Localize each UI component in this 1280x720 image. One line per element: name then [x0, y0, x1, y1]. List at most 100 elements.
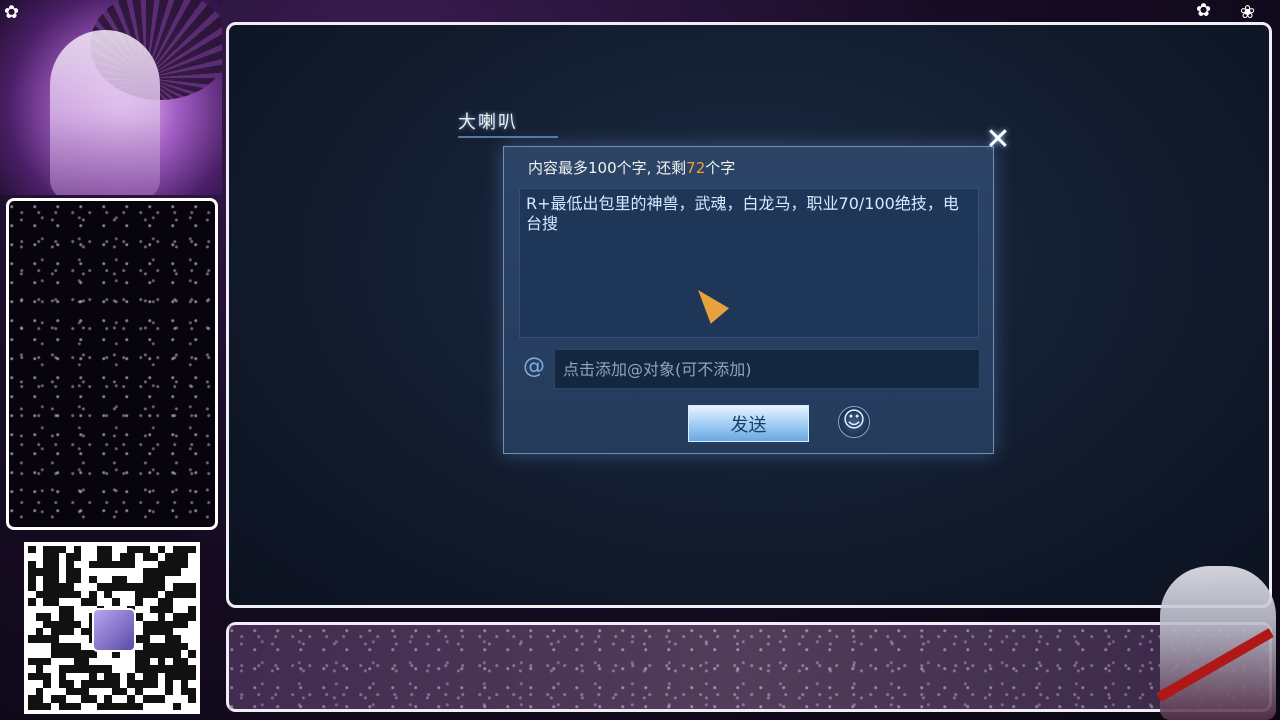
qr-module	[150, 546, 158, 554]
qr-module	[43, 575, 51, 584]
qr-module	[150, 598, 158, 606]
qr-module	[142, 575, 151, 584]
qr-module	[66, 546, 74, 554]
qr-module	[66, 650, 74, 658]
qr-module	[188, 590, 196, 599]
qr-module	[104, 695, 112, 703]
qr-module	[142, 598, 151, 606]
qr-module	[127, 590, 135, 599]
qr-module	[150, 680, 158, 688]
qr-module	[66, 598, 74, 606]
qr-module	[134, 665, 143, 673]
qr-module	[165, 687, 174, 696]
qr-module	[28, 680, 36, 688]
qr-module	[165, 568, 174, 576]
qr-module	[142, 628, 151, 636]
qr-module	[157, 635, 166, 643]
qr-module	[142, 672, 151, 681]
qr-module	[134, 568, 143, 576]
qr-module	[134, 560, 143, 569]
qr-module	[150, 628, 158, 636]
flower-decoration-icon: ✿	[1196, 0, 1212, 21]
qr-module	[165, 650, 174, 658]
qr-module	[142, 635, 151, 643]
qr-module	[73, 553, 82, 561]
qr-module	[150, 605, 158, 614]
qr-module	[28, 702, 36, 710]
message-textarea[interactable]: R+最低出包里的神兽，武魂，白龙马，职业70/100绝技，电台搜	[519, 188, 979, 338]
qr-module	[43, 635, 51, 643]
qr-module	[142, 553, 151, 561]
qr-module	[157, 553, 166, 561]
qr-module	[180, 680, 189, 688]
qr-module	[50, 650, 59, 658]
qr-module	[111, 702, 120, 710]
qr-module	[58, 680, 67, 688]
qr-module	[134, 635, 143, 643]
qr-module	[50, 687, 59, 696]
qr-module	[150, 553, 158, 561]
close-icon[interactable]: ✕	[984, 125, 1012, 155]
qr-module	[150, 635, 158, 643]
qr-module	[35, 695, 44, 703]
send-button[interactable]: 发送	[688, 405, 809, 442]
flower-decoration-icon: ✿	[4, 2, 20, 23]
qr-module	[96, 680, 105, 688]
qr-module	[180, 687, 189, 696]
qr-module	[81, 657, 90, 666]
qr-module	[89, 583, 97, 591]
qr-module	[89, 590, 97, 599]
qr-module	[104, 560, 112, 569]
qr-module	[96, 665, 105, 673]
qr-module	[180, 598, 189, 606]
qr-module	[119, 553, 128, 561]
qr-module	[96, 546, 105, 554]
qr-module	[157, 687, 166, 696]
qr-module	[119, 687, 128, 696]
qr-module	[173, 665, 181, 673]
qr-module	[35, 680, 44, 688]
qr-module	[150, 665, 158, 673]
mention-input[interactable]	[554, 349, 980, 389]
qr-module	[28, 568, 36, 576]
qr-module	[157, 598, 166, 606]
qr-module	[73, 642, 82, 651]
streamer-avatar-artwork	[0, 0, 222, 195]
qr-module	[50, 642, 59, 651]
banner-glow	[229, 625, 1269, 709]
qr-module	[134, 590, 143, 599]
qr-module	[50, 605, 59, 614]
qr-module	[188, 568, 196, 576]
qr-module	[35, 553, 44, 561]
qr-module	[66, 695, 74, 703]
qr-module	[188, 665, 196, 673]
qr-module	[142, 560, 151, 569]
bottom-banner	[226, 622, 1272, 712]
qr-module	[165, 546, 174, 554]
qr-module	[104, 553, 112, 561]
qr-module	[127, 575, 135, 584]
qr-module	[89, 695, 97, 703]
qr-module	[157, 560, 166, 569]
qr-module	[165, 702, 174, 710]
smiley-icon[interactable]: ☺	[838, 406, 870, 438]
qr-module	[81, 702, 90, 710]
qr-module	[111, 657, 120, 666]
qr-module	[81, 553, 90, 561]
qr-module	[50, 575, 59, 584]
qr-module	[28, 650, 36, 658]
qr-module	[66, 553, 74, 561]
qr-module	[50, 702, 59, 710]
qr-module	[134, 695, 143, 703]
qr-module	[73, 546, 82, 554]
qr-module	[35, 672, 44, 681]
qr-module	[165, 657, 174, 666]
qr-module	[111, 575, 120, 584]
qr-module	[119, 560, 128, 569]
qr-module	[89, 553, 97, 561]
qr-module	[89, 665, 97, 673]
qr-module	[58, 695, 67, 703]
qr-module	[66, 665, 74, 673]
qr-module	[35, 628, 44, 636]
qr-module	[28, 687, 36, 696]
